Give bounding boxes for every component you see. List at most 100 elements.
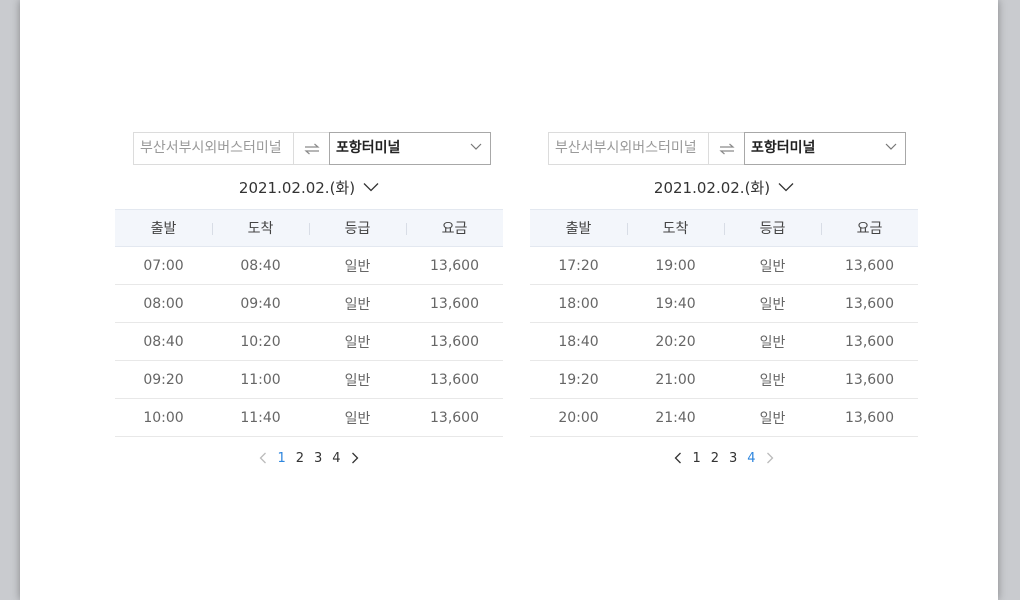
page-3-link[interactable]: 3 (729, 451, 737, 466)
departure-time: 07:00 (143, 257, 184, 274)
departure-time: 18:40 (558, 333, 599, 350)
column-header-arrival: 도착 (627, 210, 724, 246)
page-4-link[interactable]: 4 (747, 451, 755, 466)
arrival-time: 11:00 (240, 371, 281, 388)
fare: 13,600 (845, 409, 894, 426)
arrival-time: 08:40 (240, 257, 281, 274)
table-row[interactable]: 08:00 09:40 일반 13,600 (115, 285, 503, 323)
departure-time: 20:00 (558, 409, 599, 426)
page-1-link[interactable]: 1 (692, 451, 700, 466)
date-selector[interactable]: 2021.02.02.(화) (530, 177, 918, 197)
column-header-departure: 출발 (565, 221, 592, 237)
chevron-left-icon (260, 452, 267, 464)
table-row[interactable]: 09:20 11:00 일반 13,600 (115, 361, 503, 399)
fare: 13,600 (845, 333, 894, 350)
arrival-time: 21:00 (655, 371, 696, 388)
swap-arrows-icon (303, 143, 320, 154)
column-header-fare: 요금 (406, 210, 503, 246)
schedule-table: 출발 도착 등급 요금 17:20 19:00 일반 13,600 18:00 … (530, 209, 918, 437)
bus-grade: 일반 (759, 410, 786, 427)
bus-grade: 일반 (344, 258, 371, 275)
table-row[interactable]: 08:40 10:20 일반 13,600 (115, 323, 503, 361)
swap-button[interactable] (293, 132, 329, 165)
schedule-panel-1: 부산서부시외버스터미널 포항터미널 2021.02.02.(화) 출발 도착 등… (115, 132, 503, 467)
schedule-panel-2: 부산서부시외버스터미널 포항터미널 2021.02.02.(화) 출발 도착 등… (530, 132, 918, 467)
chevron-down-icon (885, 143, 897, 150)
bus-grade: 일반 (759, 296, 786, 313)
fare: 13,600 (430, 409, 479, 426)
date-selector[interactable]: 2021.02.02.(화) (115, 177, 503, 197)
departure-time: 19:20 (558, 371, 599, 388)
route-selector: 부산서부시외버스터미널 포항터미널 (530, 132, 918, 165)
arrival-time: 19:40 (655, 295, 696, 312)
page-3-link[interactable]: 3 (314, 451, 322, 466)
arrival-time: 11:40 (240, 409, 281, 426)
arrival-select[interactable]: 포항터미널 (329, 132, 491, 165)
table-header: 출발 도착 등급 요금 (115, 209, 503, 247)
page-4-link[interactable]: 4 (332, 451, 340, 466)
pagination: 1 2 3 4 (530, 449, 918, 467)
date-label: 2021.02.02.(화) (653, 178, 771, 197)
next-page-button[interactable] (351, 452, 359, 464)
fare: 13,600 (845, 257, 894, 274)
prev-page-button[interactable] (259, 452, 267, 464)
bus-grade: 일반 (759, 372, 786, 389)
arrival-time: 21:40 (655, 409, 696, 426)
chevron-down-icon (363, 183, 379, 192)
bus-grade: 일반 (759, 334, 786, 351)
bus-grade: 일반 (344, 334, 371, 351)
prev-page-button[interactable] (674, 452, 682, 464)
chevron-right-icon (351, 452, 358, 464)
departure-time: 08:40 (143, 333, 184, 350)
page-1-link[interactable]: 1 (277, 451, 285, 466)
next-page-button[interactable] (766, 452, 774, 464)
table-row[interactable]: 18:40 20:20 일반 13,600 (530, 323, 918, 361)
arrival-time: 09:40 (240, 295, 281, 312)
schedule-table: 출발 도착 등급 요금 07:00 08:40 일반 13,600 08:00 … (115, 209, 503, 437)
page-2-link[interactable]: 2 (711, 451, 719, 466)
column-header-grade: 등급 (309, 210, 406, 246)
fare: 13,600 (430, 295, 479, 312)
fare: 13,600 (430, 371, 479, 388)
fare: 13,600 (430, 257, 479, 274)
departure-time: 17:20 (558, 257, 599, 274)
bus-grade: 일반 (344, 372, 371, 389)
fare: 13,600 (845, 371, 894, 388)
departure-time: 09:20 (143, 371, 184, 388)
page-2-link[interactable]: 2 (296, 451, 304, 466)
column-header-arrival: 도착 (212, 210, 309, 246)
table-row[interactable]: 07:00 08:40 일반 13,600 (115, 247, 503, 285)
bus-grade: 일반 (344, 410, 371, 427)
arrival-time: 10:20 (240, 333, 281, 350)
column-header-departure: 출발 (150, 221, 177, 237)
departure-field[interactable]: 부산서부시외버스터미널 (548, 132, 708, 165)
column-header-grade: 등급 (724, 210, 821, 246)
bus-grade: 일반 (344, 296, 371, 313)
table-row[interactable]: 10:00 11:40 일반 13,600 (115, 399, 503, 437)
departure-time: 10:00 (143, 409, 184, 426)
chevron-down-icon (470, 143, 482, 150)
swap-arrows-icon (718, 143, 735, 154)
departure-time: 08:00 (143, 295, 184, 312)
pagination: 1 2 3 4 (115, 449, 503, 467)
chevron-right-icon (766, 452, 773, 464)
arrival-time: 20:20 (655, 333, 696, 350)
table-row[interactable]: 20:00 21:40 일반 13,600 (530, 399, 918, 437)
fare: 13,600 (430, 333, 479, 350)
arrival-select[interactable]: 포항터미널 (744, 132, 906, 165)
bus-grade: 일반 (759, 258, 786, 275)
chevron-left-icon (675, 452, 682, 464)
chevron-down-icon (778, 183, 794, 192)
swap-button[interactable] (708, 132, 744, 165)
document-page: 부산서부시외버스터미널 포항터미널 2021.02.02.(화) 출발 도착 등… (20, 0, 998, 600)
departure-field[interactable]: 부산서부시외버스터미널 (133, 132, 293, 165)
fare: 13,600 (845, 295, 894, 312)
table-row[interactable]: 17:20 19:00 일반 13,600 (530, 247, 918, 285)
table-row[interactable]: 18:00 19:40 일반 13,600 (530, 285, 918, 323)
column-header-fare: 요금 (821, 210, 918, 246)
date-label: 2021.02.02.(화) (238, 178, 356, 197)
arrival-select-value: 포항터미널 (751, 140, 816, 156)
arrival-select-value: 포항터미널 (336, 140, 401, 156)
route-selector: 부산서부시외버스터미널 포항터미널 (115, 132, 503, 165)
table-row[interactable]: 19:20 21:00 일반 13,600 (530, 361, 918, 399)
